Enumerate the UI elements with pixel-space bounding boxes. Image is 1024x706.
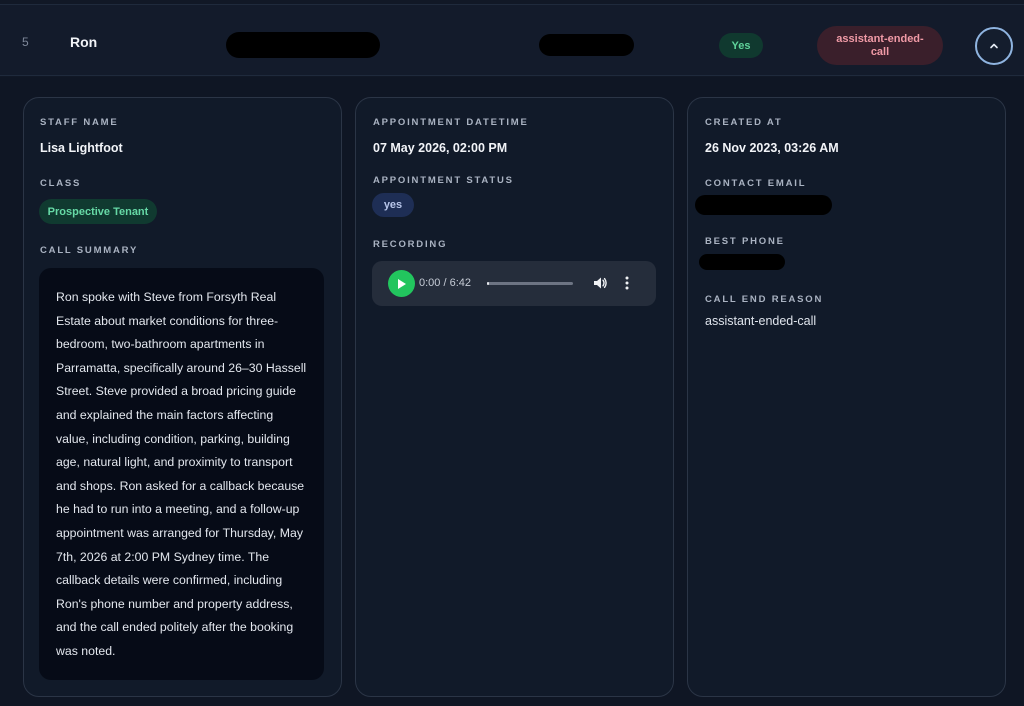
redacted-phone [226, 32, 380, 58]
play-button[interactable] [388, 270, 415, 297]
recording-label: RECORDING [373, 239, 448, 250]
end-reason-badge: assistant-ended-call [817, 26, 943, 65]
seek-bar[interactable] [487, 282, 573, 285]
row-index: 5 [22, 35, 29, 49]
call-summary-text: Ron spoke with Steve from Forsyth Real E… [39, 268, 324, 680]
class-label: CLASS [40, 178, 82, 189]
audio-player[interactable]: 0:00 / 6:42 [372, 261, 656, 306]
metadata-card: CREATED AT 26 Nov 2023, 03:26 AM CONTACT… [687, 97, 1006, 697]
staff-card: STAFF NAME Lisa Lightfoot CLASS Prospect… [23, 97, 342, 697]
created-at: 26 Nov 2023, 03:26 AM [705, 141, 839, 155]
redacted-phone-number [699, 254, 785, 270]
contact-email-label: CONTACT EMAIL [705, 178, 807, 189]
appointment-datetime: 07 May 2026, 02:00 PM [373, 141, 508, 155]
caller-name: Ron [70, 34, 98, 50]
appointment-datetime-label: APPOINTMENT DATETIME [373, 117, 529, 128]
created-at-label: CREATED AT [705, 117, 783, 128]
redacted-email [695, 195, 832, 215]
redacted-contact [539, 34, 634, 56]
staff-name: Lisa Lightfoot [40, 141, 123, 155]
call-row[interactable]: 5 Ron Yes assistant-ended-call [0, 4, 1024, 76]
appointment-status-badge: yes [372, 193, 414, 217]
play-icon [398, 278, 406, 289]
call-summary-label: CALL SUMMARY [40, 245, 139, 256]
success-badge: Yes [719, 33, 763, 58]
collapse-button[interactable] [975, 27, 1013, 65]
best-phone-label: BEST PHONE [705, 236, 785, 247]
appointment-status-label: APPOINTMENT STATUS [373, 175, 514, 186]
appointment-card: APPOINTMENT DATETIME 07 May 2026, 02:00 … [355, 97, 674, 697]
chevron-up-icon [990, 43, 998, 49]
class-badge: Prospective Tenant [39, 199, 157, 224]
volume-icon[interactable] [592, 275, 608, 291]
call-end-reason-label: CALL END REASON [705, 294, 824, 305]
staff-name-label: STAFF NAME [40, 117, 119, 128]
more-options-icon[interactable] [622, 275, 632, 291]
call-end-reason: assistant-ended-call [705, 314, 817, 328]
seek-progress [487, 282, 489, 285]
playback-time: 0:00 / 6:42 [419, 277, 471, 289]
